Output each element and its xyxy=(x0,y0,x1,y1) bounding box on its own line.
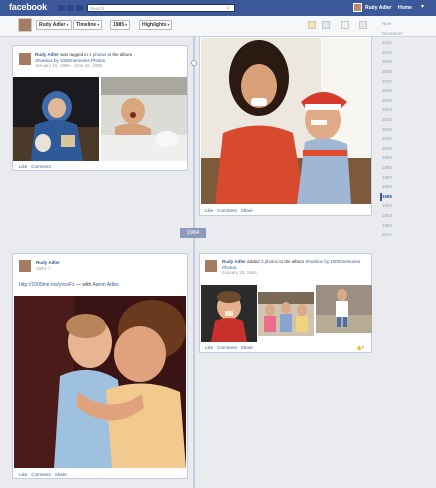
timeline-spine xyxy=(193,36,195,488)
post-actions: Like · Comment · Share xyxy=(205,208,253,213)
messages-icon[interactable] xyxy=(67,5,74,11)
post-actions: Like · Comment · Share xyxy=(19,472,67,477)
scrubber-year-2005[interactable]: 2005 xyxy=(382,97,436,105)
year-scrubber: Now December 2011 2010 2009 2008 2007 2006 2005 2… xyxy=(380,20,436,237)
comment-link[interactable]: Comment xyxy=(217,208,237,213)
comment-link[interactable]: Comment xyxy=(31,164,51,169)
share-link[interactable]: Share xyxy=(55,472,67,477)
notifications-icon[interactable] xyxy=(76,5,83,11)
crumb-name[interactable]: Rudy Adler▾ xyxy=(36,20,72,30)
status-icon[interactable] xyxy=(308,21,316,29)
photo-child-eating[interactable] xyxy=(201,285,257,342)
scrubber-year-2004[interactable]: 2004 xyxy=(382,106,436,114)
post-actions: Like · Comment · Share xyxy=(205,345,253,350)
scrubber-year-1987[interactable]: 1987 xyxy=(382,174,436,182)
year-marker[interactable]: 1984 xyxy=(180,228,206,238)
privacy-icon[interactable]: ⚇ xyxy=(46,266,51,271)
avatar[interactable] xyxy=(19,260,31,272)
post-body: http://1000me.ms/yvxvFx — with Aaron Adl… xyxy=(19,282,187,289)
photo-child-standing[interactable] xyxy=(316,285,372,333)
search-icon[interactable]: ⌕ xyxy=(227,5,233,11)
friend-requests-icon[interactable] xyxy=(58,5,65,11)
post-text: added xyxy=(245,259,261,264)
post-card-tagged: Rudy Adler was tagged in 2 photos in the… xyxy=(12,45,188,171)
scrubber-year-2000[interactable]: 2000 xyxy=(382,145,436,153)
post-date[interactable]: January 15, 1984 xyxy=(222,270,257,275)
scrubber-year-now[interactable]: Now xyxy=(382,20,436,28)
home-link[interactable]: Home xyxy=(398,5,412,11)
top-navigation-bar: facebook Search ⌕ Rudy Adler Home ▾ xyxy=(0,0,436,17)
scrubber-year-1985[interactable]: 1985 xyxy=(380,192,436,201)
scrubber-year-december[interactable]: December xyxy=(382,30,436,38)
account-menu-icon[interactable]: ▾ xyxy=(421,4,429,11)
post-text: — with xyxy=(74,282,93,288)
photos-link[interactable]: 3 photos xyxy=(261,259,278,264)
scrubber-year-2003[interactable]: 2003 xyxy=(382,116,436,124)
scrubber-year-1990[interactable]: 1990 xyxy=(382,154,436,162)
profile-link[interactable]: Rudy Adler xyxy=(365,5,391,11)
scrubber-year-2001[interactable]: 2001 xyxy=(382,135,436,143)
event-icon[interactable] xyxy=(341,21,349,29)
search-placeholder: Search xyxy=(90,6,105,11)
post-header: Rudy Adler added 3 photos to the album S… xyxy=(222,259,370,276)
post-card-album: Rudy Adler added 3 photos to the album S… xyxy=(199,253,372,353)
scrubber-year-1986[interactable]: 1986 xyxy=(382,183,436,191)
author-link[interactable]: Rudy Adler xyxy=(36,260,60,265)
photos-link[interactable]: 2 photos xyxy=(89,52,106,57)
photo-icon[interactable] xyxy=(322,21,330,29)
scrubber-year-2002[interactable]: 2002 xyxy=(382,126,436,134)
album-link[interactable]: Shoebox by 1000memories Photos. xyxy=(35,58,106,63)
post-text: in the album xyxy=(106,52,133,57)
crumb-highlights[interactable]: Highlights▾ xyxy=(139,20,173,30)
scrubber-year-2007[interactable]: 2007 xyxy=(382,78,436,86)
post-header: Rudy Adler was tagged in 2 photos in the… xyxy=(35,52,185,69)
post-header: Rudy Adler 1984 ⚇ xyxy=(36,260,176,271)
scrubber-year-born[interactable]: Born xyxy=(382,231,436,239)
timeline-dot xyxy=(191,60,197,66)
scrubber-year-1982[interactable]: 1982 xyxy=(382,222,436,230)
post-actions: Like · Comment xyxy=(19,164,51,169)
author-link[interactable]: Rudy Adler xyxy=(35,52,59,57)
scrubber-year-1983[interactable]: 1983 xyxy=(382,212,436,220)
photo-child-in-bath[interactable] xyxy=(101,77,187,161)
post-date[interactable]: January 15, 1985 - June 15, 1985 xyxy=(35,63,102,68)
search-input[interactable]: Search ⌕ xyxy=(87,4,235,12)
scrubber-year-1980[interactable]: 1980 xyxy=(382,164,436,172)
comment-link[interactable]: Comment xyxy=(217,345,237,350)
author-link[interactable]: Rudy Adler xyxy=(222,259,246,264)
tagged-person-link[interactable]: Aaron Adler. xyxy=(92,282,119,288)
scrubber-year-2011[interactable]: 2011 xyxy=(382,39,436,47)
post-text: to the album xyxy=(278,259,306,264)
facebook-logo[interactable]: facebook xyxy=(9,2,47,12)
scrubber-year-2010[interactable]: 2010 xyxy=(382,49,436,57)
crumb-timeline[interactable]: Timeline▾ xyxy=(73,20,103,30)
post-date[interactable]: 1984 xyxy=(36,266,46,271)
comment-link[interactable]: Comment xyxy=(31,472,51,477)
photo-brothers-hugging[interactable] xyxy=(14,296,186,468)
settings-icon[interactable] xyxy=(359,21,367,29)
avatar[interactable] xyxy=(19,53,31,65)
scrubber-year-2008[interactable]: 2008 xyxy=(382,68,436,76)
avatar[interactable] xyxy=(205,260,217,272)
post-card-link: Rudy Adler 1984 ⚇ http://1000me.ms/yvxvF… xyxy=(12,253,188,479)
post-card-photo: Like · Comment · Share xyxy=(199,36,372,216)
photo-kids-group[interactable] xyxy=(258,292,314,336)
avatar[interactable] xyxy=(18,18,32,32)
post-text: was tagged in xyxy=(58,52,90,57)
avatar[interactable] xyxy=(353,3,362,12)
photo-mother-and-child[interactable] xyxy=(201,38,371,204)
shared-link[interactable]: http://1000me.ms/yvxvFx xyxy=(19,282,75,288)
timeline-subnav: Rudy Adler▾ Timeline▾ 1985▾ Highlights▾ xyxy=(0,16,436,37)
scrubber-year-2006[interactable]: 2006 xyxy=(382,87,436,95)
share-link[interactable]: Share xyxy=(241,208,253,213)
scrubber-year-1984[interactable]: 1984 xyxy=(382,202,436,210)
scrubber-year-2009[interactable]: 2009 xyxy=(382,58,436,66)
crumb-year[interactable]: 1985▾ xyxy=(110,20,131,30)
likes-count[interactable]: 👍7 xyxy=(356,345,364,351)
share-link[interactable]: Share xyxy=(241,345,253,350)
photo-child-in-snowsuit[interactable] xyxy=(13,77,99,161)
likes-number: 7 xyxy=(361,345,365,350)
